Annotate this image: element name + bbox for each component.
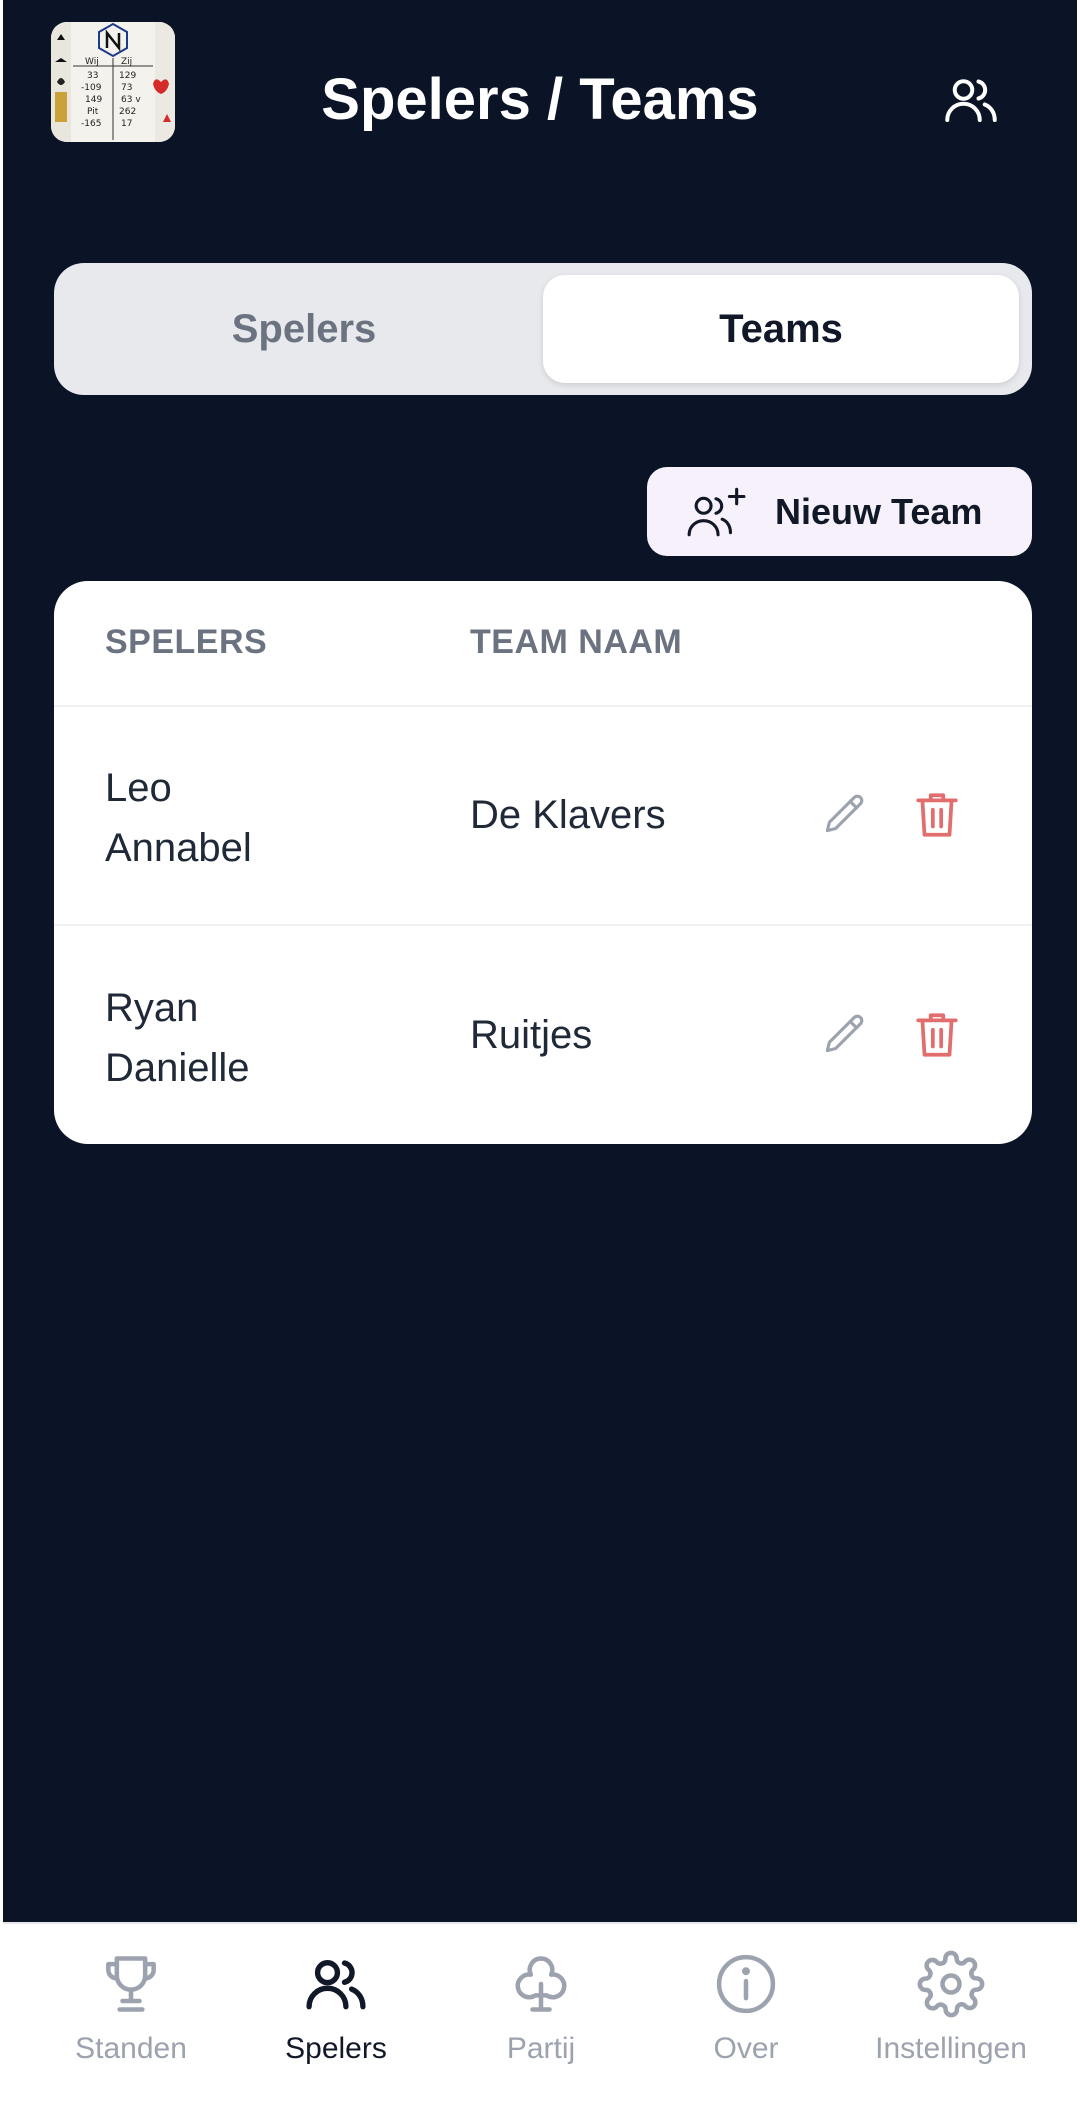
club-icon <box>515 1956 567 2012</box>
nav-label: Over <box>713 2032 779 2065</box>
player-name: Ryan <box>105 986 199 1030</box>
nav-over[interactable]: Over <box>646 1950 846 2066</box>
nav-spelers[interactable]: Spelers <box>236 1950 436 2066</box>
players-teams-toggle: Spelers Teams <box>54 263 1032 395</box>
column-header-team-naam: TEAM NAAM <box>470 623 683 661</box>
bottom-navigation: Standen Spelers Partij Over Instellingen <box>3 1922 1077 2111</box>
new-team-label: Nieuw Team <box>775 490 983 532</box>
svg-text:63 v: 63 v <box>121 95 141 105</box>
page-title: Spelers / Teams <box>321 67 759 132</box>
player-name: Leo <box>105 766 172 810</box>
svg-text:33: 33 <box>87 71 98 81</box>
users-icon <box>306 1960 366 2010</box>
svg-text:-109: -109 <box>81 83 102 93</box>
svg-text:Zij: Zij <box>121 57 132 67</box>
table-header: SPELERS TEAM NAAM <box>54 581 1032 707</box>
svg-text:129: 129 <box>119 71 136 81</box>
svg-text:Pit: Pit <box>87 107 99 117</box>
delete-icon[interactable] <box>914 790 960 840</box>
users-icon[interactable] <box>941 70 1001 130</box>
team-players: Leo Annabel <box>105 758 252 878</box>
edit-icon[interactable] <box>819 790 869 840</box>
svg-text:17: 17 <box>121 119 132 129</box>
team-players: Ryan Danielle <box>105 978 250 1098</box>
svg-text:Wij: Wij <box>85 57 99 67</box>
app-logo: Wij Zij 33 129 -109 73 149 63 v Pit 262 -165 1… <box>51 22 175 142</box>
player-name: Annabel <box>105 826 252 870</box>
nav-partij[interactable]: Partij <box>441 1950 641 2066</box>
gear-icon <box>917 1950 985 2018</box>
delete-icon[interactable] <box>914 1010 960 1060</box>
trophy-icon <box>106 1956 156 2012</box>
svg-text:73: 73 <box>121 83 132 93</box>
nav-label: Instellingen <box>875 2032 1027 2065</box>
tab-spelers[interactable]: Spelers <box>66 275 542 383</box>
teams-table: SPELERS TEAM NAAM Leo Annabel De Klavers <box>54 581 1032 1144</box>
nav-label: Partij <box>506 2032 576 2065</box>
nav-label: Spelers <box>285 2032 387 2065</box>
svg-text:262: 262 <box>119 107 136 117</box>
team-name: Ruitjes <box>470 1013 593 1057</box>
new-team-button[interactable]: Nieuw Team <box>647 467 1032 556</box>
table-row: Ryan Danielle Ruitjes <box>54 924 1032 1144</box>
info-icon <box>716 1954 776 2014</box>
nav-label: Standen <box>75 2032 187 2065</box>
edit-icon[interactable] <box>819 1010 869 1060</box>
tab-teams[interactable]: Teams <box>543 275 1019 383</box>
team-name: De Klavers <box>470 793 666 837</box>
app-screen: Wij Zij 33 129 -109 73 149 63 v Pit 262 -165 1… <box>3 0 1077 2109</box>
svg-text:149: 149 <box>85 95 102 105</box>
svg-text:-165: -165 <box>81 119 101 129</box>
nav-instellingen[interactable]: Instellingen <box>851 1950 1051 2066</box>
column-header-spelers: SPELERS <box>105 623 268 661</box>
table-row: Leo Annabel De Klavers <box>54 706 1032 924</box>
player-name: Danielle <box>105 1046 250 1090</box>
nav-standen[interactable]: Standen <box>31 1950 231 2066</box>
users-plus-icon <box>687 487 746 536</box>
